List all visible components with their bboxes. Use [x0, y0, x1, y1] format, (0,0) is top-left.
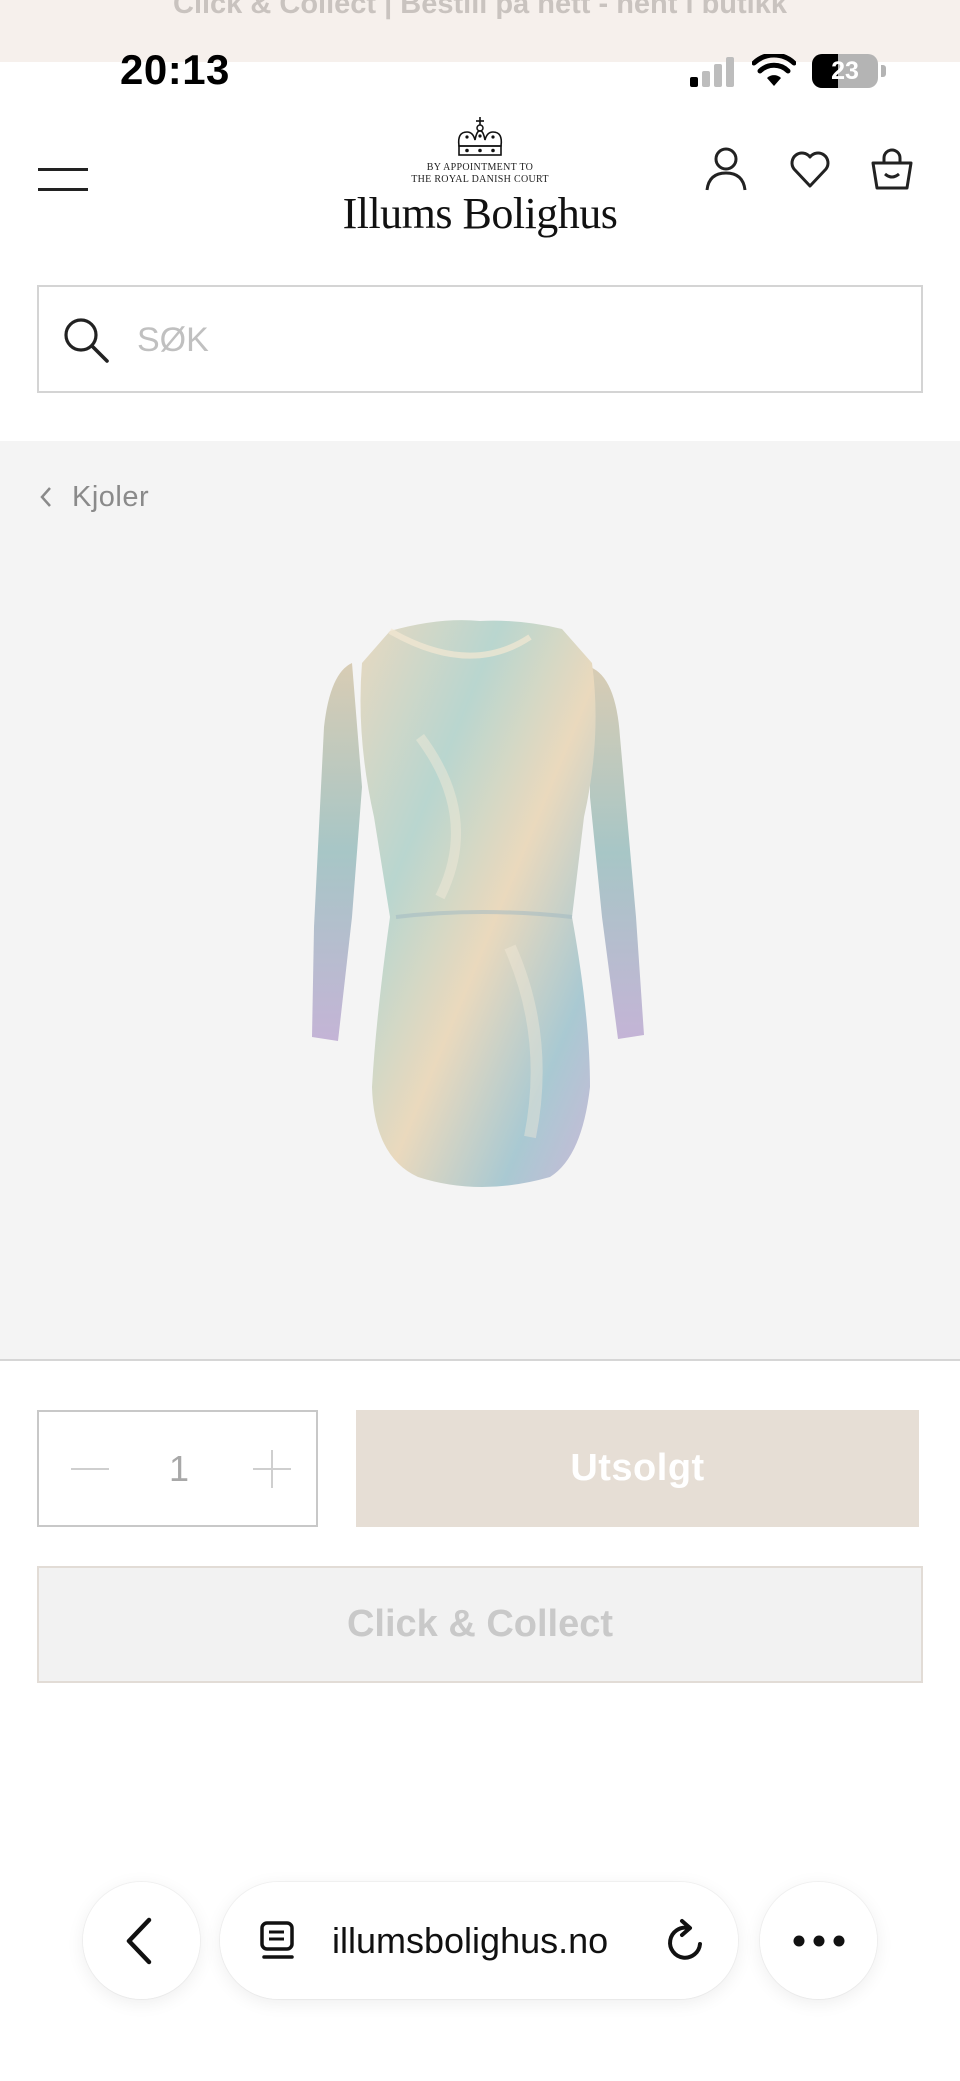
- reload-icon[interactable]: [664, 1918, 708, 1964]
- browser-back-button[interactable]: [83, 1882, 200, 1999]
- quantity-stepper[interactable]: 1: [37, 1410, 318, 1527]
- site-header: BY APPOINTMENT TO THE ROYAL DANISH COURT…: [0, 104, 960, 274]
- quantity-value: 1: [168, 1448, 190, 1489]
- menu-icon[interactable]: [38, 168, 88, 194]
- chevron-left-icon: [40, 487, 51, 507]
- heart-icon[interactable]: [788, 146, 832, 192]
- tabs-icon: [260, 1921, 294, 1959]
- battery-tip: [881, 65, 886, 77]
- more-icon: [793, 1935, 845, 1947]
- browser-toolbar: illumsbolighus.no: [0, 1870, 960, 2010]
- back-icon: [126, 1917, 152, 1965]
- wifi-icon: [752, 54, 796, 86]
- search-icon: [64, 318, 109, 363]
- appointment-line-2: THE ROYAL DANISH COURT: [411, 174, 549, 185]
- cellular-signal-icon: [690, 57, 734, 87]
- plus-icon[interactable]: [253, 1450, 291, 1488]
- bag-icon[interactable]: [870, 146, 914, 192]
- account-icon[interactable]: [704, 146, 748, 192]
- brand-name: Illums Bolighus: [342, 189, 618, 238]
- status-bar: 20:13 23: [0, 40, 960, 104]
- battery-icon: 23: [812, 54, 878, 88]
- status-time: 20:13: [120, 46, 230, 93]
- appointment-line-1: BY APPOINTMENT TO: [426, 162, 534, 173]
- crown-icon: [457, 117, 503, 156]
- breadcrumb[interactable]: Kjoler: [38, 477, 149, 517]
- url-text: illumsbolighus.no: [332, 1920, 609, 1961]
- battery-level: 23: [831, 57, 859, 85]
- logo[interactable]: BY APPOINTMENT TO THE ROYAL DANISH COURT…: [330, 116, 630, 246]
- breadcrumb-label: Kjoler: [72, 480, 150, 513]
- search-bar[interactable]: [37, 285, 923, 393]
- product-gallery[interactable]: Kjoler: [0, 441, 960, 1361]
- sequin-dress-image[interactable]: [300, 617, 660, 1217]
- soldout-button[interactable]: Utsolgt: [356, 1410, 919, 1527]
- browser-more-button[interactable]: [760, 1882, 877, 1999]
- promo-text: Click & Collect | Bestill på nett - hent…: [173, 0, 787, 20]
- address-bar[interactable]: illumsbolighus.no: [220, 1882, 738, 1999]
- minus-icon[interactable]: [71, 1468, 109, 1470]
- search-input[interactable]: [137, 311, 877, 369]
- click-collect-button[interactable]: Click & Collect: [37, 1566, 923, 1683]
